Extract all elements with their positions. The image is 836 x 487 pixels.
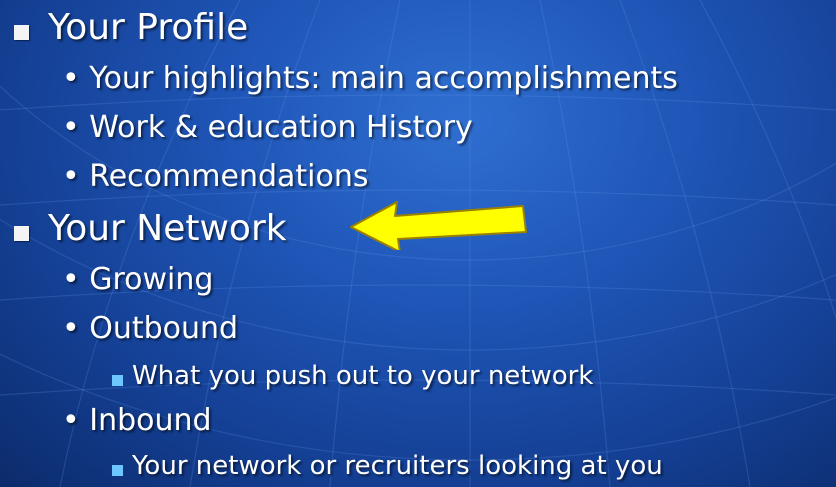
bullet-work-education: • Work & education History bbox=[62, 110, 473, 145]
bullet-outbound: • Outbound bbox=[62, 311, 239, 346]
square-bullet-icon bbox=[112, 375, 123, 386]
square-bullet-icon bbox=[14, 25, 29, 40]
bullet-recommendations: • Recommendations bbox=[62, 159, 369, 194]
yellow-arrow-icon bbox=[350, 201, 527, 250]
bullet-inbound: • Inbound bbox=[62, 403, 212, 438]
square-bullet-icon bbox=[112, 465, 123, 476]
bullet-highlights: • Your highlights: main accomplishments bbox=[62, 61, 678, 96]
bullet-inbound-detail: Your network or recruiters looking at yo… bbox=[132, 451, 663, 481]
bullet-your-network: Your Network bbox=[48, 208, 287, 249]
bullet-your-profile: Your Profile bbox=[48, 7, 249, 48]
bullet-growing: • Growing bbox=[62, 262, 214, 297]
bullet-outbound-detail: What you push out to your network bbox=[132, 361, 594, 391]
slide: Your Profile • Your highlights: main acc… bbox=[0, 0, 836, 487]
square-bullet-icon bbox=[14, 226, 29, 241]
